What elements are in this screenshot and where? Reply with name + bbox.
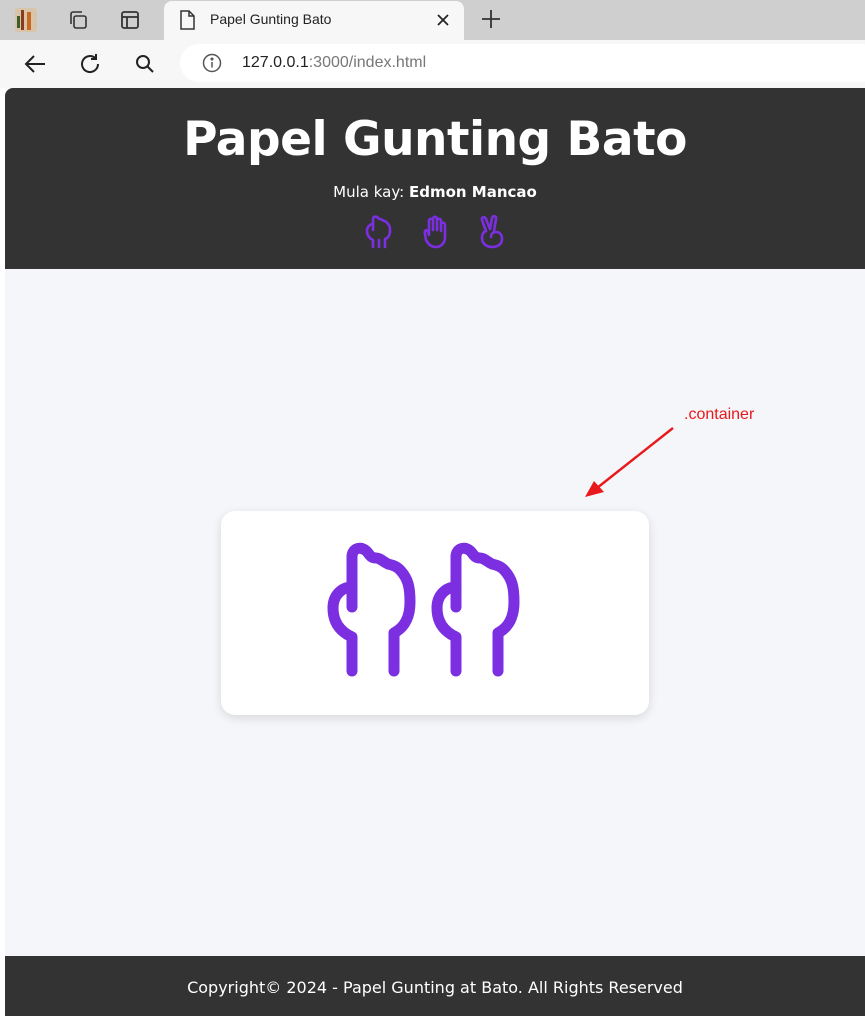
search-icon[interactable] <box>132 51 158 77</box>
annotation-arrow-icon <box>585 427 674 497</box>
player-rock-hand-icon <box>327 542 416 677</box>
url-field[interactable]: 127.0.0.1:3000/index.html <box>180 44 865 82</box>
rock-icon[interactable] <box>363 214 395 250</box>
reload-icon[interactable] <box>77 51 103 77</box>
tab-actions-icon[interactable] <box>116 6 144 34</box>
new-tab-icon[interactable] <box>478 6 504 32</box>
back-arrow-icon[interactable] <box>22 51 48 77</box>
site-footer: Copyright© 2024 - Papel Gunting at Bato.… <box>5 956 865 1016</box>
browser-tab-bar: Papel Gunting Bato <box>0 0 865 40</box>
url-text: 127.0.0.1:3000/index.html <box>242 54 427 71</box>
copyright-text: Copyright© 2024 - Papel Gunting at Bato.… <box>187 978 683 997</box>
workspaces-icon[interactable] <box>64 6 92 34</box>
paper-icon[interactable] <box>419 214 451 250</box>
computer-rock-hand-icon <box>431 542 520 677</box>
scissors-icon[interactable] <box>475 214 507 250</box>
close-tab-icon[interactable] <box>432 9 454 31</box>
annotation-label: .container <box>684 406 755 423</box>
site-info-icon[interactable] <box>202 53 222 77</box>
web-page: Papel Gunting Bato Mula kay: Edmon Manca… <box>5 88 865 1016</box>
site-header: Papel Gunting Bato Mula kay: Edmon Manca… <box>5 88 865 269</box>
tab-title: Papel Gunting Bato <box>210 11 332 27</box>
profile-avatar-icon[interactable] <box>12 6 40 34</box>
active-tab[interactable]: Papel Gunting Bato <box>164 1 464 40</box>
hands-display <box>321 537 535 677</box>
author-byline: Mula kay: Edmon Mancao <box>333 183 537 201</box>
choice-buttons <box>5 214 865 250</box>
browser-address-bar: 127.0.0.1:3000/index.html <box>0 40 865 88</box>
author-name: Edmon Mancao <box>408 183 537 201</box>
page-title: Papel Gunting Bato <box>183 112 687 167</box>
document-icon <box>178 10 196 34</box>
game-container <box>221 511 649 715</box>
